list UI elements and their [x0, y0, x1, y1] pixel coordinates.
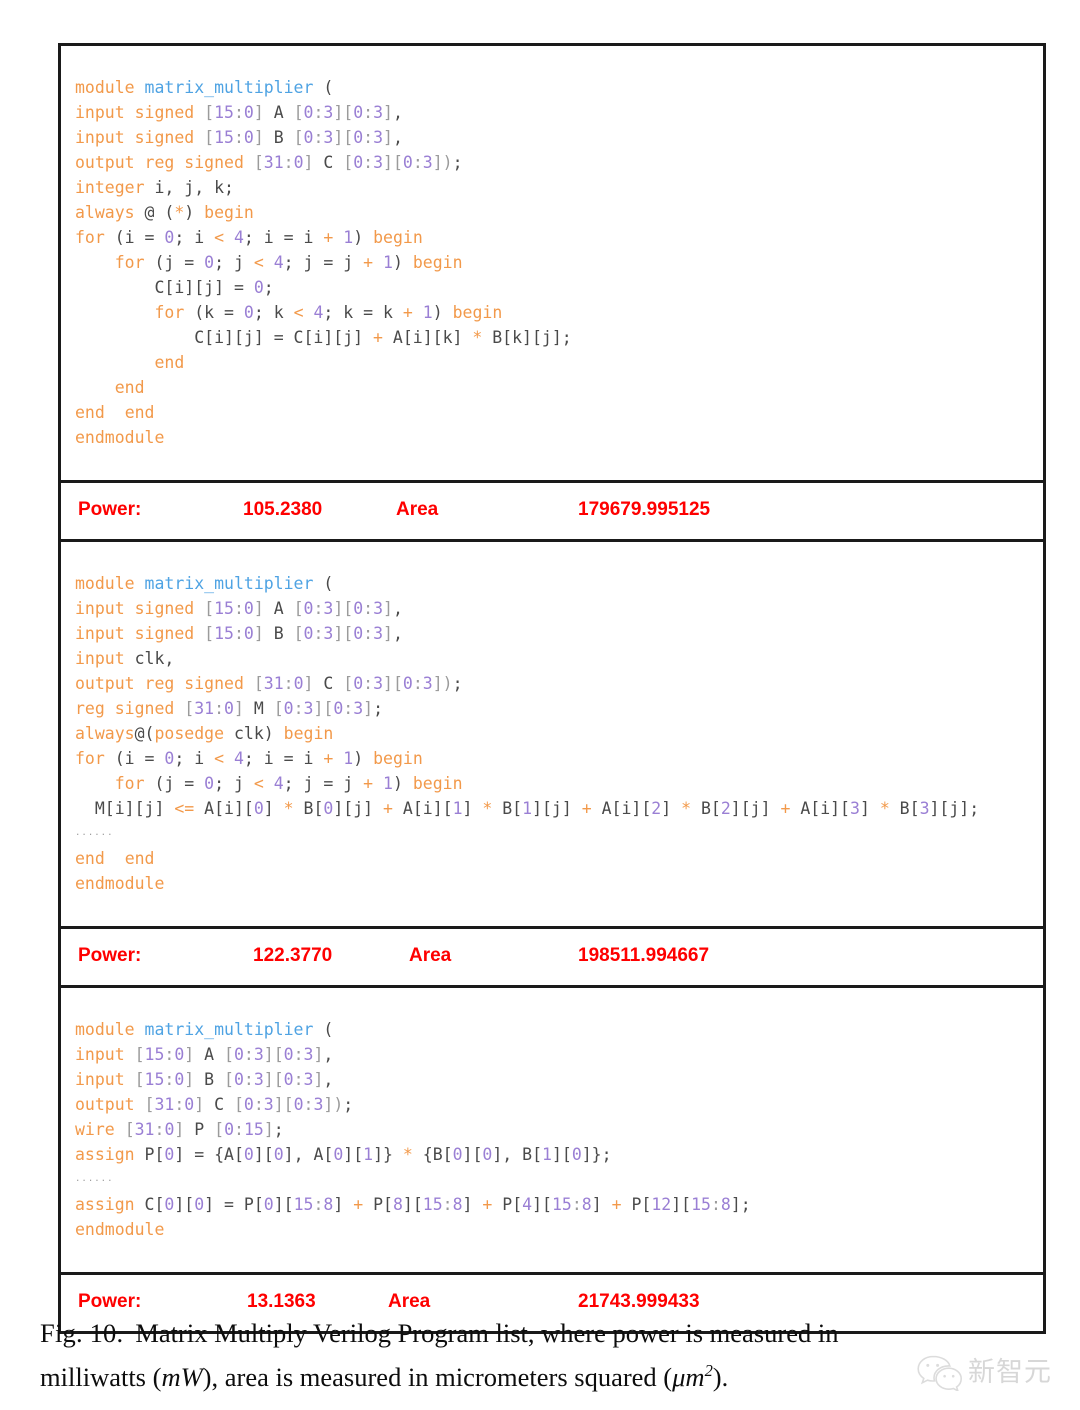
power-value-1: 105.2380 [243, 499, 323, 520]
area-label-2: Area [409, 945, 452, 966]
area-value-1: 179679.995125 [578, 499, 711, 520]
area-label-3: Area [388, 1291, 431, 1312]
caption-math-um-base: μm [672, 1361, 705, 1392]
caption-math-mw: mW [161, 1361, 203, 1392]
power-value-2: 122.3770 [253, 945, 333, 966]
figure-caption: Fig. 10. Matrix Multiply Verilog Program … [40, 1314, 1052, 1396]
power-label-3: Power: [78, 1291, 142, 1312]
figure-page: module matrix_multiplier (input signed [… [0, 0, 1080, 1410]
code-row-program-2: module matrix_multiplier (input signed [… [61, 539, 1043, 910]
figure-number: Fig. 10. [40, 1318, 124, 1348]
caption-math-um-exponent: 2 [704, 1361, 713, 1380]
power-label-1: Power: [78, 499, 142, 520]
code-ellipsis: ...... [75, 827, 114, 838]
area-value-2: 198511.994667 [578, 945, 710, 966]
caption-line-2a: milliwatts ( [40, 1361, 162, 1392]
code-ellipsis: ...... [75, 1173, 114, 1184]
code-block-program-2: module matrix_multiplier (input signed [… [61, 559, 1043, 910]
verilog-program-table: module matrix_multiplier (input signed [… [58, 43, 1046, 1334]
caption-line-1: Matrix Multiply Verilog Program list, wh… [135, 1318, 839, 1348]
power-value-3: 13.1363 [247, 1291, 316, 1312]
area-value-3: 21743.999433 [578, 1291, 700, 1312]
code-row-program-1: module matrix_multiplier (input signed [… [61, 62, 1043, 464]
code-row-program-3: module matrix_multiplier (input [15:0] A… [61, 985, 1043, 1256]
caption-math-um: μm2 [672, 1361, 713, 1392]
code-block-program-3: module matrix_multiplier (input [15:0] A… [61, 1005, 1043, 1256]
code-block-program-1: module matrix_multiplier (input signed [… [75, 77, 572, 447]
caption-line-2c: ). [712, 1361, 729, 1392]
area-label-1: Area [396, 499, 439, 520]
power-label-2: Power: [78, 945, 142, 966]
caption-line-2b: ), area is measured in micrometers squar… [202, 1361, 673, 1392]
metrics-row-program-2: Power: 122.3770 Area 198511.994667 [61, 926, 1043, 985]
metrics-row-program-1: Power: 105.2380 Area 179679.995125 [61, 480, 1043, 539]
